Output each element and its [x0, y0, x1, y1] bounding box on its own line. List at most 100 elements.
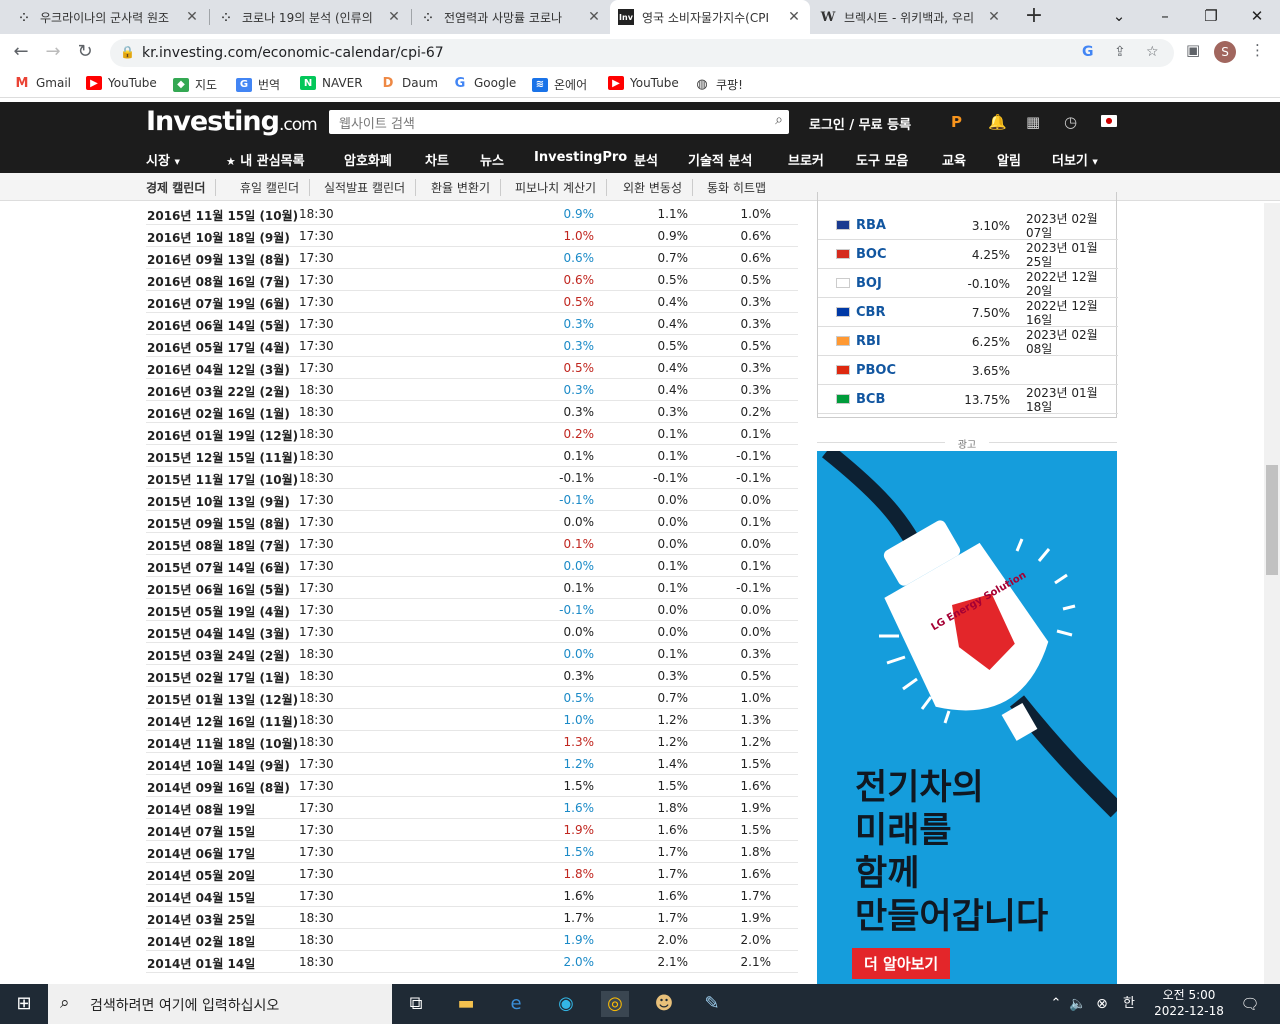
reload-icon[interactable]: ↻: [72, 40, 98, 64]
taskbar-search-box[interactable]: ⌕ 검색하려면 여기에 입력하십시오: [48, 984, 392, 1024]
investingpro-p-icon[interactable]: P: [951, 113, 962, 131]
release-time: 18:30: [299, 207, 334, 221]
actual-value: 0.3%: [563, 317, 595, 331]
google-translate-icon[interactable]: G: [1082, 44, 1094, 60]
back-arrow-icon[interactable]: ←: [8, 40, 34, 64]
subnav-economic-calendar[interactable]: 경제 캘린더: [146, 179, 217, 196]
korea-flag-icon[interactable]: ●: [1101, 115, 1117, 127]
subnav-currency-converter[interactable]: 환율 변환기: [431, 179, 502, 196]
bookmark-translate[interactable]: G 번역: [236, 76, 280, 93]
close-icon[interactable]: ✕: [184, 9, 200, 25]
bookmark-youtube[interactable]: ▶ YouTube: [86, 76, 157, 90]
bank-name-link[interactable]: RBA: [856, 218, 886, 233]
nav-brokers[interactable]: 브로커: [788, 150, 824, 169]
kebab-menu-icon[interactable]: ⋮: [1250, 41, 1265, 59]
task-view-icon[interactable]: ⧉: [402, 991, 430, 1017]
bell-icon[interactable]: 🔔: [988, 113, 1007, 131]
bookmark-daum[interactable]: D Daum: [380, 76, 438, 91]
ad-learn-more-button[interactable]: 더 알아보기: [852, 948, 951, 979]
tab-1[interactable]: ⁘ 코로나 19의 분석 (인류의 ✕: [210, 0, 410, 34]
side-panel-icon[interactable]: ▣: [1186, 41, 1200, 59]
close-icon[interactable]: ✕: [386, 9, 402, 25]
release-date: 2014년 10월 14일 (9월): [147, 759, 290, 773]
search-icon[interactable]: ⌕: [775, 112, 783, 128]
internet-explorer-icon[interactable]: e: [502, 991, 530, 1017]
nav-more[interactable]: 더보기 ▾: [1052, 150, 1098, 169]
advertisement-banner[interactable]: LG Energy Solution Ohio 전기차의 미래를 함께 만들어갑…: [817, 451, 1117, 984]
chrome-icon[interactable]: ◎: [601, 991, 629, 1017]
bank-name-link[interactable]: RBI: [856, 334, 881, 349]
paint-icon[interactable]: ✎: [698, 991, 726, 1017]
tab-0[interactable]: ⁘ 우크라이나의 군사력 원조 ✕: [8, 0, 208, 34]
release-time: 17:30: [299, 339, 334, 353]
notification-icon[interactable]: 🗨: [1236, 991, 1264, 1017]
close-icon[interactable]: ✕: [986, 9, 1002, 25]
bank-name-link[interactable]: BCB: [856, 392, 885, 407]
bookmark-onair[interactable]: ≋ 온에어: [532, 76, 587, 93]
actual-value: -0.1%: [559, 471, 594, 485]
nav-education[interactable]: 교육: [942, 150, 966, 169]
release-time: 18:30: [299, 383, 334, 397]
tab-search-chevron-icon[interactable]: ⌄: [1096, 0, 1142, 34]
nav-tools[interactable]: 도구 모음: [856, 150, 908, 169]
bookmark-maps[interactable]: ◆ 지도: [173, 76, 217, 93]
url-text[interactable]: kr.investing.com/economic-calendar/cpi-6…: [142, 45, 444, 61]
subnav-fx-volatility[interactable]: 외환 변동성: [623, 179, 694, 196]
nav-investingpro[interactable]: InvestingPro: [534, 150, 627, 165]
login-register-link[interactable]: 로그인 / 무료 등록: [809, 114, 911, 133]
close-icon[interactable]: ✕: [586, 9, 602, 25]
tab-3-active[interactable]: Inv 영국 소비자물가지수(CPI ✕: [610, 0, 810, 34]
close-icon[interactable]: ✕: [786, 9, 802, 25]
briefcase-icon[interactable]: ▦: [1026, 113, 1040, 131]
bookmark-google[interactable]: G Google: [452, 76, 516, 91]
bookmark-coupang[interactable]: ◍ 쿠팡!: [694, 76, 743, 93]
clock-icon[interactable]: ◷: [1064, 113, 1077, 131]
site-search-input[interactable]: 웹사이트 검색 ⌕: [329, 110, 789, 134]
release-date: 2015년 02월 17일 (1월): [147, 671, 290, 685]
windows-start-icon[interactable]: ⊞: [10, 991, 38, 1017]
nav-watchlist[interactable]: ★ 내 관심목록: [226, 150, 305, 169]
restore-icon[interactable]: ❐: [1188, 0, 1234, 34]
release-date: 2016년 05월 17일 (4월): [147, 341, 290, 355]
network-off-icon[interactable]: ⊗: [1088, 991, 1116, 1017]
taskbar-clock[interactable]: 오전 5:00 2022-12-18: [1150, 987, 1228, 1019]
release-date: 2016년 09월 13일 (8월): [147, 253, 290, 267]
bookmark-youtube-2[interactable]: ▶ YouTube: [608, 76, 679, 90]
subnav-earnings-calendar[interactable]: 실적발표 캘린더: [324, 179, 417, 196]
scrollbar-thumb[interactable]: [1266, 465, 1278, 575]
bookmark-naver[interactable]: N NAVER: [300, 76, 363, 90]
investing-logo[interactable]: Investing.com: [146, 106, 318, 137]
file-explorer-icon[interactable]: ▬: [452, 991, 480, 1017]
subnav-holiday-calendar[interactable]: 휴일 캘린더: [240, 179, 311, 196]
bank-name-link[interactable]: BOC: [856, 247, 887, 262]
nav-markets[interactable]: 시장 ▾: [146, 150, 180, 169]
omnibox[interactable]: 🔒 kr.investing.com/economic-calendar/cpi…: [110, 39, 1174, 67]
nav-alerts[interactable]: 알림: [997, 150, 1021, 169]
new-tab-plus-icon[interactable]: +: [1022, 4, 1046, 30]
subnav-fibonacci[interactable]: 피보나치 계산기: [515, 179, 608, 196]
table-row: 2015년 02월 17일 (1월) 18:30 0.3% 0.3% 0.5%: [146, 665, 798, 687]
lock-icon[interactable]: 🔒: [120, 45, 135, 59]
nav-charts[interactable]: 차트: [425, 150, 449, 169]
ime-indicator[interactable]: 한: [1115, 991, 1143, 1017]
profile-avatar[interactable]: S: [1214, 41, 1236, 63]
bank-name-link[interactable]: BOJ: [856, 276, 882, 291]
bookmark-star-icon[interactable]: ☆: [1146, 44, 1159, 60]
nav-technical[interactable]: 기술적 분석: [688, 150, 752, 169]
bank-name-link[interactable]: CBR: [856, 305, 885, 320]
share-icon[interactable]: ⇪: [1114, 44, 1126, 60]
bank-name-link[interactable]: PBOC: [856, 363, 896, 378]
window-close-icon[interactable]: ✕: [1234, 0, 1280, 34]
tab-4[interactable]: W 브렉시트 - 위키백과, 우리 ✕: [812, 0, 1010, 34]
nav-crypto[interactable]: 암호화폐: [344, 150, 392, 169]
tab-2[interactable]: ⁘ 전염력과 사망률 코로나 ✕: [412, 0, 610, 34]
app-owl-icon[interactable]: ☻: [650, 991, 678, 1017]
nav-news[interactable]: 뉴스: [480, 150, 504, 169]
edge-icon[interactable]: ◉: [552, 991, 580, 1017]
minimize-icon[interactable]: –: [1142, 0, 1188, 34]
forward-arrow-icon[interactable]: →: [40, 40, 66, 64]
nav-analysis[interactable]: 분석: [634, 150, 658, 169]
bookmark-gmail[interactable]: M Gmail: [14, 76, 71, 91]
subnav-heatmap[interactable]: 통화 히트맵: [707, 179, 776, 196]
page-scrollbar[interactable]: [1264, 203, 1280, 984]
